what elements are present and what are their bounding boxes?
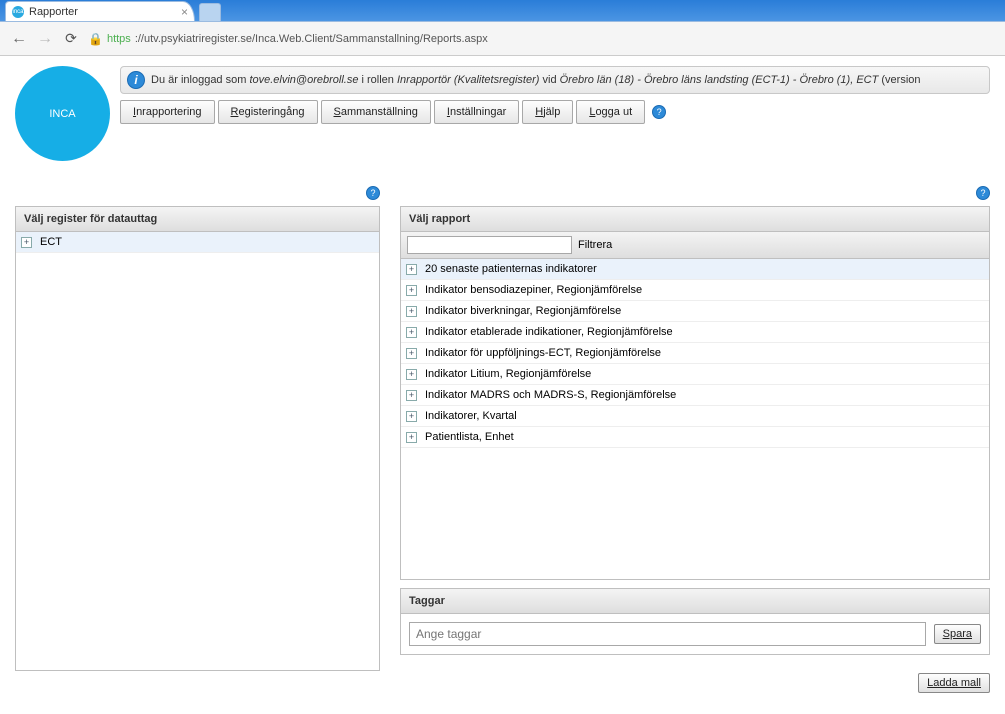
forward-icon: →: [36, 30, 54, 48]
report-item[interactable]: + Indikator etablerade indikationer, Regi…: [401, 322, 989, 343]
info-text: Du är inloggad som tove.elvin@orebroll.s…: [151, 74, 921, 86]
menu-hj-lp[interactable]: Hjälp: [522, 100, 573, 124]
help-icon[interactable]: ?: [366, 186, 380, 200]
help-icon[interactable]: ?: [652, 105, 666, 119]
register-panel: Välj register för datauttag + ECT: [15, 206, 380, 671]
report-item-label: Indikator för uppföljnings-ECT, Regionjä…: [425, 347, 661, 359]
expand-icon[interactable]: +: [406, 390, 417, 401]
load-template-button[interactable]: Ladda mall: [918, 673, 990, 693]
new-tab-button[interactable]: [199, 3, 221, 21]
report-item[interactable]: + Indikator för uppföljnings-ECT, Regionj…: [401, 343, 989, 364]
register-item-label: ECT: [40, 236, 62, 248]
login-info-bar: i Du är inloggad som tove.elvin@orebroll…: [120, 66, 990, 94]
report-item[interactable]: + Indikator biverkningar, Regionjämförels…: [401, 301, 989, 322]
reload-icon[interactable]: ⟳: [62, 30, 80, 47]
report-item[interactable]: + Indikator MADRS och MADRS-S, Regionjämf…: [401, 385, 989, 406]
expand-icon[interactable]: +: [406, 264, 417, 275]
expand-icon[interactable]: +: [406, 327, 417, 338]
expand-icon[interactable]: +: [406, 411, 417, 422]
inca-logo: INCA: [15, 66, 110, 161]
tags-panel: Taggar Spara: [400, 588, 990, 655]
report-item-label: Indikator Litium, Regionjämförelse: [425, 368, 591, 380]
close-icon[interactable]: ×: [181, 5, 188, 19]
menu-registering-ng[interactable]: Registeringång: [218, 100, 318, 124]
register-tree: + ECT: [16, 232, 379, 670]
address-bar[interactable]: 🔒 https ://utv.psykiatriregister.se/Inca.…: [88, 32, 488, 46]
report-item-label: Indikator etablerade indikationer, Regio…: [425, 326, 673, 338]
save-button[interactable]: Spara: [934, 624, 981, 644]
report-item-label: Indikatorer, Kvartal: [425, 410, 517, 422]
report-item[interactable]: + Patientlista, Enhet: [401, 427, 989, 448]
tags-panel-title: Taggar: [401, 589, 989, 614]
report-list: +20 senaste patienternas indikatorer+Ind…: [401, 259, 989, 579]
browser-toolbar: ← → ⟳ 🔒 https ://utv.psykiatriregister.se…: [0, 22, 1005, 56]
main-menu: InrapporteringRegisteringångSammanställn…: [120, 100, 990, 124]
lock-icon: 🔒: [88, 32, 103, 46]
report-item-label: Indikator bensodiazepiner, Regionjämföre…: [425, 284, 642, 296]
help-icon[interactable]: ?: [976, 186, 990, 200]
menu-inrapportering[interactable]: Inrapportering: [120, 100, 215, 124]
report-item[interactable]: + Indikatorer, Kvartal: [401, 406, 989, 427]
filter-label: Filtrera: [578, 239, 612, 251]
expand-icon[interactable]: +: [406, 432, 417, 443]
report-item-label: Patientlista, Enhet: [425, 431, 514, 443]
report-panel: Välj rapport Filtrera +20 senaste patien…: [400, 206, 990, 580]
expand-icon[interactable]: +: [406, 306, 417, 317]
report-item-label: Indikator biverkningar, Regionjämförelse: [425, 305, 621, 317]
expand-icon[interactable]: +: [406, 348, 417, 359]
info-icon: i: [127, 71, 145, 89]
menu-sammanst-llning[interactable]: Sammanställning: [321, 100, 431, 124]
report-panel-title: Välj rapport: [401, 207, 989, 232]
url-path: ://utv.psykiatriregister.se/Inca.Web.Cli…: [135, 33, 488, 45]
report-item-label: 20 senaste patienternas indikatorer: [425, 263, 597, 275]
tags-input[interactable]: [409, 622, 926, 646]
expand-icon[interactable]: +: [406, 285, 417, 296]
report-item[interactable]: + Indikator bensodiazepiner, Regionjämför…: [401, 280, 989, 301]
back-icon[interactable]: ←: [10, 30, 28, 48]
filter-row: Filtrera: [401, 232, 989, 259]
report-item[interactable]: +20 senaste patienternas indikatorer: [401, 259, 989, 280]
filter-input[interactable]: [407, 236, 572, 254]
tab-title: Rapporter: [29, 6, 78, 18]
menu-inst-llningar[interactable]: Inställningar: [434, 100, 519, 124]
expand-icon[interactable]: +: [406, 369, 417, 380]
report-item[interactable]: + Indikator Litium, Regionjämförelse: [401, 364, 989, 385]
register-panel-title: Välj register för datauttag: [16, 207, 379, 232]
report-item-label: Indikator MADRS och MADRS-S, Regionjämfö…: [425, 389, 676, 401]
register-item[interactable]: + ECT: [16, 232, 379, 253]
expand-icon[interactable]: +: [21, 237, 32, 248]
browser-tab[interactable]: inca Rapporter ×: [5, 1, 195, 21]
url-scheme: https: [107, 33, 131, 45]
favicon-icon: inca: [12, 6, 24, 18]
browser-tabstrip: inca Rapporter ×: [0, 0, 1005, 22]
menu-logga-ut[interactable]: Logga ut: [576, 100, 645, 124]
